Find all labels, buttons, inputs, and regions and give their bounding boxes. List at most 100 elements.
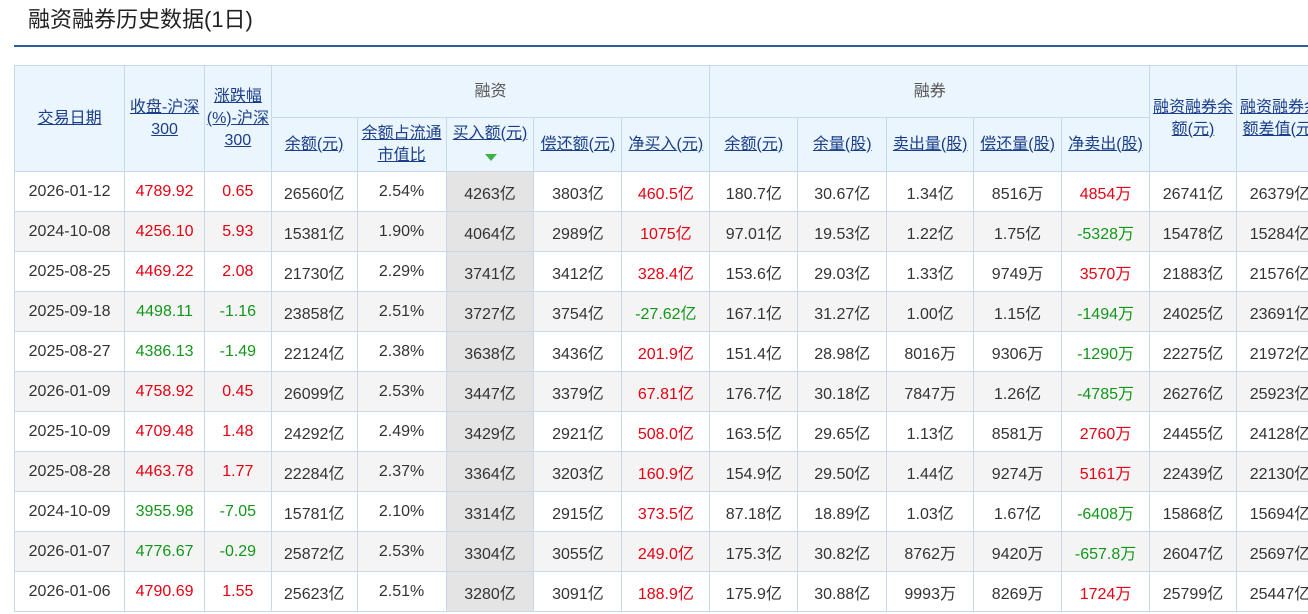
header-fin-repay[interactable]: 偿还额(元) <box>534 118 622 172</box>
cell-total-balance: 26741亿 <box>1150 172 1237 212</box>
cell-change: 0.65 <box>205 172 272 212</box>
cell-total-balance: 22439亿 <box>1150 452 1237 492</box>
cell-sec-volume: 31.27亿 <box>798 292 887 332</box>
cell-change: 2.08 <box>205 252 272 292</box>
cell-fin-ratio: 2.53% <box>357 532 446 572</box>
header-sec-volume[interactable]: 余量(股) <box>798 118 887 172</box>
cell-sec-repay: 1.26亿 <box>974 372 1062 412</box>
cell-change: -0.29 <box>205 532 272 572</box>
cell-diff: 15284亿 <box>1236 212 1308 252</box>
cell-sec-balance: 163.5亿 <box>710 412 798 452</box>
arrow-down-icon <box>485 154 497 161</box>
cell-date: 2026-01-07 <box>15 532 125 572</box>
cell-fin-buy: 4263亿 <box>446 172 534 212</box>
cell-close: 4758.92 <box>125 372 205 412</box>
page-title: 融资融券历史数据(1日) <box>28 4 253 36</box>
header-sec-repay[interactable]: 偿还量(股) <box>974 118 1062 172</box>
sort-sec-repay-link[interactable]: 偿还量(股) <box>980 136 1055 153</box>
cell-diff: 23691亿 <box>1236 292 1308 332</box>
cell-diff: 25447亿 <box>1236 572 1308 612</box>
cell-sec-volume: 18.89亿 <box>798 492 887 532</box>
header-fin-ratio[interactable]: 余额占流通市值比 <box>357 118 446 172</box>
cell-diff: 24128亿 <box>1236 412 1308 452</box>
cell-sec-sell: 1.03亿 <box>887 492 974 532</box>
cell-sec-sell: 7847万 <box>887 372 974 412</box>
cell-sec-sell: 1.00亿 <box>887 292 974 332</box>
table-row: 2026-01-094758.920.4526099亿2.53%3447亿337… <box>15 372 1308 412</box>
cell-sec-repay: 1.15亿 <box>974 292 1062 332</box>
cell-fin-net: 188.9亿 <box>622 572 710 612</box>
header-date[interactable]: 交易日期 <box>15 66 125 172</box>
cell-sec-sell: 1.34亿 <box>887 172 974 212</box>
header-total-balance[interactable]: 融资融券余额(元) <box>1150 66 1237 172</box>
cell-sec-repay: 9274万 <box>974 452 1062 492</box>
header-fin-balance[interactable]: 余额(元) <box>271 118 357 172</box>
cell-sec-net: -6408万 <box>1062 492 1150 532</box>
cell-sec-repay: 9420万 <box>974 532 1062 572</box>
table-row: 2026-01-064790.691.5525623亿2.51%3280亿309… <box>15 572 1308 612</box>
header-sec-net[interactable]: 净卖出(股) <box>1062 118 1150 172</box>
cell-diff: 26379亿 <box>1236 172 1308 212</box>
cell-close: 4386.13 <box>125 332 205 372</box>
cell-fin-net: 460.5亿 <box>622 172 710 212</box>
sort-sec-sell-link[interactable]: 卖出量(股) <box>893 136 968 153</box>
cell-date: 2026-01-12 <box>15 172 125 212</box>
cell-total-balance: 22275亿 <box>1150 332 1237 372</box>
header-change[interactable]: 涨跌幅(%)-沪深300 <box>205 66 272 172</box>
sort-fin-buy-link[interactable]: 买入额(元) <box>453 125 528 142</box>
cell-fin-repay: 3055亿 <box>534 532 622 572</box>
cell-fin-repay: 3203亿 <box>534 452 622 492</box>
cell-fin-balance: 22284亿 <box>271 452 357 492</box>
cell-total-balance: 24455亿 <box>1150 412 1237 452</box>
table-row: 2025-08-254469.222.0821730亿2.29%3741亿341… <box>15 252 1308 292</box>
cell-sec-repay: 9306万 <box>974 332 1062 372</box>
header-fin-buy[interactable]: 买入额(元) <box>446 118 534 172</box>
cell-fin-balance: 23858亿 <box>271 292 357 332</box>
cell-fin-net: 67.81亿 <box>622 372 710 412</box>
header-sec-sell[interactable]: 卖出量(股) <box>887 118 974 172</box>
table-row: 2024-10-093955.98-7.0515781亿2.10%3314亿29… <box>15 492 1308 532</box>
cell-diff: 25697亿 <box>1236 532 1308 572</box>
sort-sec-balance-link[interactable]: 余额(元) <box>724 136 783 153</box>
header-sec-balance[interactable]: 余额(元) <box>710 118 798 172</box>
cell-sec-net: 3570万 <box>1062 252 1150 292</box>
cell-fin-balance: 26099亿 <box>271 372 357 412</box>
cell-fin-repay: 2989亿 <box>534 212 622 252</box>
cell-fin-repay: 2921亿 <box>534 412 622 452</box>
cell-change: -7.05 <box>205 492 272 532</box>
cell-close: 4709.48 <box>125 412 205 452</box>
header-diff[interactable]: 融资融券余额差值(元) <box>1236 66 1308 172</box>
cell-sec-sell: 1.44亿 <box>887 452 974 492</box>
cell-fin-repay: 3754亿 <box>534 292 622 332</box>
cell-fin-balance: 15781亿 <box>271 492 357 532</box>
sort-sec-volume-link[interactable]: 余量(股) <box>813 136 872 153</box>
cell-fin-ratio: 2.54% <box>357 172 446 212</box>
cell-fin-repay: 3436亿 <box>534 332 622 372</box>
cell-sec-balance: 87.18亿 <box>710 492 798 532</box>
sort-date-link[interactable]: 交易日期 <box>38 110 102 127</box>
sort-fin-ratio-link[interactable]: 余额占流通市值比 <box>362 125 442 164</box>
sort-diff-link[interactable]: 融资融券余额差值(元) <box>1240 99 1308 138</box>
sort-fin-net-link[interactable]: 净买入(元) <box>629 136 704 153</box>
cell-close: 4469.22 <box>125 252 205 292</box>
cell-fin-balance: 15381亿 <box>271 212 357 252</box>
cell-total-balance: 15868亿 <box>1150 492 1237 532</box>
cell-sec-volume: 30.88亿 <box>798 572 887 612</box>
cell-diff: 21972亿 <box>1236 332 1308 372</box>
sort-change-link[interactable]: 涨跌幅(%)-沪深300 <box>207 88 269 149</box>
header-close[interactable]: 收盘-沪深300 <box>125 66 205 172</box>
sort-fin-balance-link[interactable]: 余额(元) <box>285 136 344 153</box>
sort-fin-repay-link[interactable]: 偿还额(元) <box>541 136 616 153</box>
cell-fin-ratio: 1.90% <box>357 212 446 252</box>
cell-sec-volume: 29.03亿 <box>798 252 887 292</box>
cell-date: 2025-08-27 <box>15 332 125 372</box>
cell-fin-balance: 21730亿 <box>271 252 357 292</box>
cell-fin-buy: 3741亿 <box>446 252 534 292</box>
sort-total-balance-link[interactable]: 融资融券余额(元) <box>1153 99 1233 138</box>
header-fin-net[interactable]: 净买入(元) <box>622 118 710 172</box>
cell-date: 2025-10-09 <box>15 412 125 452</box>
sort-close-link[interactable]: 收盘-沪深300 <box>130 99 199 138</box>
cell-total-balance: 15478亿 <box>1150 212 1237 252</box>
cell-change: 1.77 <box>205 452 272 492</box>
sort-sec-net-link[interactable]: 净卖出(股) <box>1068 136 1143 153</box>
